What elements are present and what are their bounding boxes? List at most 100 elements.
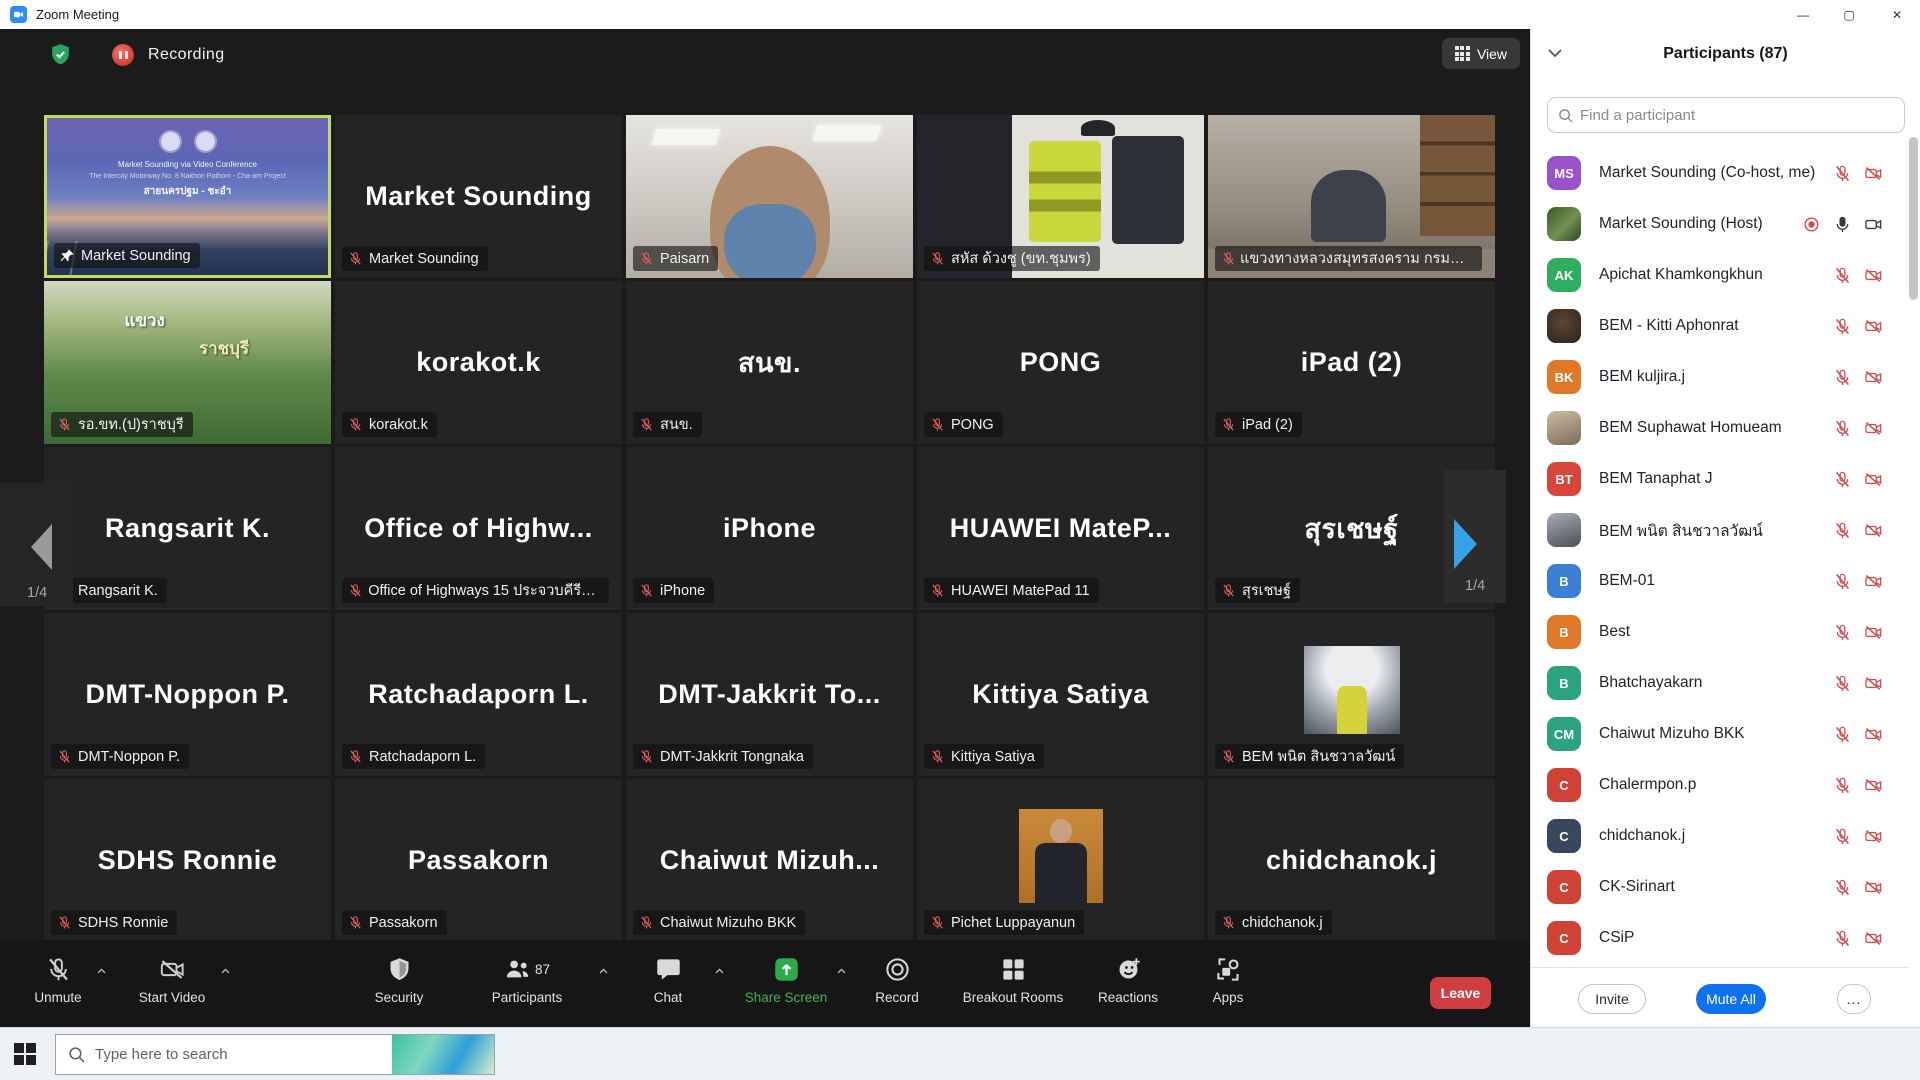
toolbar-breakout-rooms-button[interactable]: Breakout Rooms [953, 954, 1073, 1005]
participant-row[interactable]: BEM Suphawat Homueam [1531, 403, 1909, 453]
previous-page-arrow[interactable] [28, 522, 54, 572]
muted-mic-icon [1221, 251, 1234, 266]
record-icon [884, 954, 911, 984]
toolbar-chat-button[interactable]: Chat [608, 954, 728, 1005]
avatar: B [1547, 666, 1581, 700]
tile-name-label: korakot.k [342, 412, 437, 437]
video-tile[interactable]: สหัส ด้วงชู (ขท.ชุมพร) [917, 115, 1204, 278]
participant-row[interactable]: BBest [1531, 607, 1909, 657]
participant-row[interactable]: BBEM-01 [1531, 556, 1909, 606]
video-tile[interactable]: HUAWEI MateP...HUAWEI MatePad 11 [917, 447, 1204, 610]
video-tile[interactable]: korakot.kkorakot.k [335, 281, 622, 444]
video-tile[interactable]: แขวงราชบุรีรอ.ขท.(ป)ราชบุรี [44, 281, 331, 444]
panel-scrollbar-thumb[interactable] [1909, 137, 1918, 300]
chat-options-chevron[interactable] [714, 964, 725, 982]
participant-row[interactable]: BEM พนิต สินชวาลวัฒน์ [1531, 505, 1909, 555]
start-video-options-chevron[interactable] [220, 964, 231, 982]
recording-indicator-icon [112, 44, 134, 66]
more-options-button[interactable]: ... [1837, 984, 1871, 1014]
participant-row[interactable]: CCK-Sirinart [1531, 862, 1909, 912]
taskbar-search-placeholder: Type here to search [95, 1046, 228, 1063]
participant-name: Market Sounding (Co-host, me) [1599, 148, 1815, 198]
view-button[interactable]: View [1442, 38, 1520, 69]
video-tile[interactable]: Chaiwut Mizuh...Chaiwut Mizuho BKK [626, 779, 913, 942]
spotlight-pin-icon [60, 248, 75, 263]
participant-row[interactable]: MSMarket Sounding (Co-host, me) [1531, 148, 1909, 198]
toolbar-apps-button[interactable]: Apps [1168, 954, 1288, 1005]
window-title: Zoom Meeting [36, 7, 119, 22]
toolbar-share-screen-button[interactable]: Share Screen [726, 954, 846, 1005]
video-tile[interactable]: Office of Highw...Office of Highways 15 … [335, 447, 622, 610]
tile-name-label: Pichet Luppayanun [924, 910, 1084, 935]
participant-row[interactable]: BTBEM Tanaphat J [1531, 454, 1909, 504]
video-tile[interactable]: SDHS RonnieSDHS Ronnie [44, 779, 331, 942]
participant-profile-photo [1019, 809, 1103, 903]
next-page-arrow[interactable] [1452, 517, 1479, 571]
recording-label: Recording [148, 46, 225, 64]
participant-row[interactable]: BKBEM kuljira.j [1531, 352, 1909, 402]
toolbar-participants-button[interactable]: 87Participants [467, 954, 587, 1005]
tile-name-label: รอ.ขท.(ป)ราชบุรี [51, 412, 193, 437]
participant-name: BEM พนิต สินชวาลวัฒน์ [1599, 505, 1763, 555]
start-button[interactable] [14, 1043, 36, 1065]
zoom-app-icon [10, 6, 27, 23]
breakout-rooms-icon [1000, 954, 1027, 984]
muted-camera-icon [1864, 929, 1883, 948]
video-tile[interactable]: Market Sounding via Video ConferenceThe … [44, 115, 331, 278]
video-tile[interactable]: สนข.สนข. [626, 281, 913, 444]
participant-search-input[interactable]: Find a participant [1547, 97, 1905, 133]
video-tile[interactable]: BEM พนิต สินชวาลวัฒน์ [1208, 613, 1495, 776]
video-tile[interactable]: iPhoneiPhone [626, 447, 913, 610]
view-label: View [1477, 46, 1507, 62]
video-tile[interactable]: DMT-Jakkrit To...DMT-Jakkrit Tongnaka [626, 613, 913, 776]
minimize-button[interactable]: — [1780, 0, 1826, 29]
video-tile[interactable]: PassakornPassakorn [335, 779, 622, 942]
participant-name: Bhatchayakarn [1599, 658, 1702, 708]
video-tile[interactable]: Ratchadaporn L.Ratchadaporn L. [335, 613, 622, 776]
participant-name: Chalermpon.p [1599, 760, 1696, 810]
muted-camera-icon [1864, 368, 1883, 387]
invite-button[interactable]: Invite [1578, 984, 1646, 1014]
video-tile[interactable]: PONGPONG [917, 281, 1204, 444]
muted-mic-icon [1833, 164, 1852, 183]
participant-row[interactable]: B Bhatchayakarn [1531, 658, 1909, 708]
taskbar-search-input[interactable]: Type here to search [55, 1034, 495, 1075]
video-tile[interactable]: Rangsarit K.Rangsarit K. [44, 447, 331, 610]
view-grid-icon [1455, 46, 1470, 61]
close-button[interactable]: ✕ [1874, 0, 1920, 29]
muted-mic-icon [639, 417, 654, 432]
muted-mic-icon [1833, 470, 1852, 489]
toolbar-start-video-button[interactable]: Start Video [112, 954, 232, 1005]
participant-row[interactable]: CCSiP [1531, 913, 1909, 963]
video-tile[interactable]: Paisarn [626, 115, 913, 278]
video-tile[interactable]: แขวงทางหลวงสมุทรสงคราม กรมทางหลวง [1208, 115, 1495, 278]
participant-row[interactable]: BEM - Kitti Aphonrat [1531, 301, 1909, 351]
video-tile[interactable]: Market SoundingMarket Sounding [335, 115, 622, 278]
video-tile[interactable]: Kittiya SatiyaKittiya Satiya [917, 613, 1204, 776]
participant-row[interactable]: CChalermpon.p [1531, 760, 1909, 810]
start-video-icon [159, 954, 186, 984]
record-label: Record [875, 990, 919, 1005]
maximize-button[interactable]: ▢ [1826, 0, 1872, 29]
toolbar-security-button[interactable]: Security [339, 954, 459, 1005]
unmute-icon [45, 954, 72, 984]
unmute-options-chevron[interactable] [96, 964, 107, 982]
muted-mic-icon [348, 915, 363, 930]
muted-camera-icon [1864, 317, 1883, 336]
avatar: C [1547, 921, 1581, 955]
video-tile[interactable]: iPad (2)iPad (2) [1208, 281, 1495, 444]
participant-row[interactable]: Market Sounding (Host) [1531, 199, 1909, 249]
muted-mic-icon [1833, 929, 1852, 948]
participant-row[interactable]: CMChaiwut Mizuho BKK [1531, 709, 1909, 759]
video-tile[interactable]: DMT-Noppon P.DMT-Noppon P. [44, 613, 331, 776]
video-tile[interactable]: Pichet Luppayanun [917, 779, 1204, 942]
leave-button[interactable]: Leave [1430, 977, 1491, 1009]
tile-name-label: สหัส ด้วงชู (ขท.ชุมพร) [924, 246, 1100, 271]
mute-all-button[interactable]: Mute All [1696, 984, 1766, 1014]
participant-row[interactable]: AKApichat Khamkongkhun [1531, 250, 1909, 300]
tile-name-label: สนข. [633, 412, 702, 437]
video-tile[interactable]: chidchanok.jchidchanok.j [1208, 779, 1495, 942]
security-label: Security [375, 990, 424, 1005]
toolbar-record-button[interactable]: Record [837, 954, 957, 1005]
participant-row[interactable]: Cchidchanok.j [1531, 811, 1909, 861]
